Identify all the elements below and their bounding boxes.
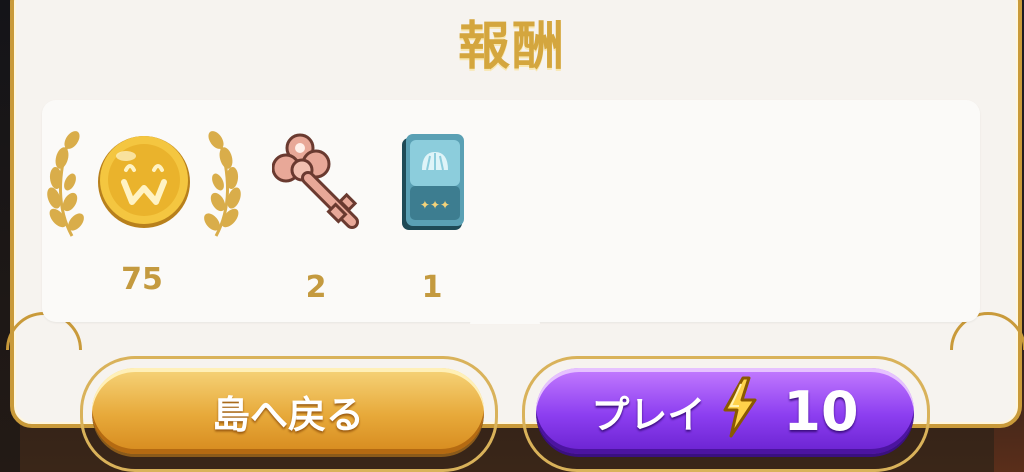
return-to-island-label: 島へ戻る	[211, 392, 364, 437]
reward-item-key[interactable]	[271, 128, 368, 240]
reward-count-coin: 75	[121, 262, 163, 297]
panel-title: 報酬	[457, 17, 566, 77]
play-label: プレイ	[591, 392, 706, 437]
reward-count-card: 1	[421, 270, 443, 305]
key-icon	[271, 133, 359, 229]
reward-count-key: 2	[305, 270, 327, 305]
play-button[interactable]: プレイ 10	[536, 368, 914, 454]
energy-bolt-icon	[719, 376, 759, 447]
panel-corner-decoration	[950, 312, 1024, 350]
play-cost: 10	[783, 379, 859, 443]
reward-item-card[interactable]: ✦✦✦	[396, 130, 470, 238]
panel-corner-decoration	[6, 312, 82, 350]
card-pack-icon: ✦✦✦	[402, 134, 464, 230]
svg-text:✦✦✦: ✦✦✦	[420, 198, 450, 212]
return-to-island-button[interactable]: 島へ戻る	[92, 368, 484, 454]
reward-item-coin[interactable]	[44, 126, 244, 248]
coin-with-laurel-icon	[47, 131, 241, 237]
